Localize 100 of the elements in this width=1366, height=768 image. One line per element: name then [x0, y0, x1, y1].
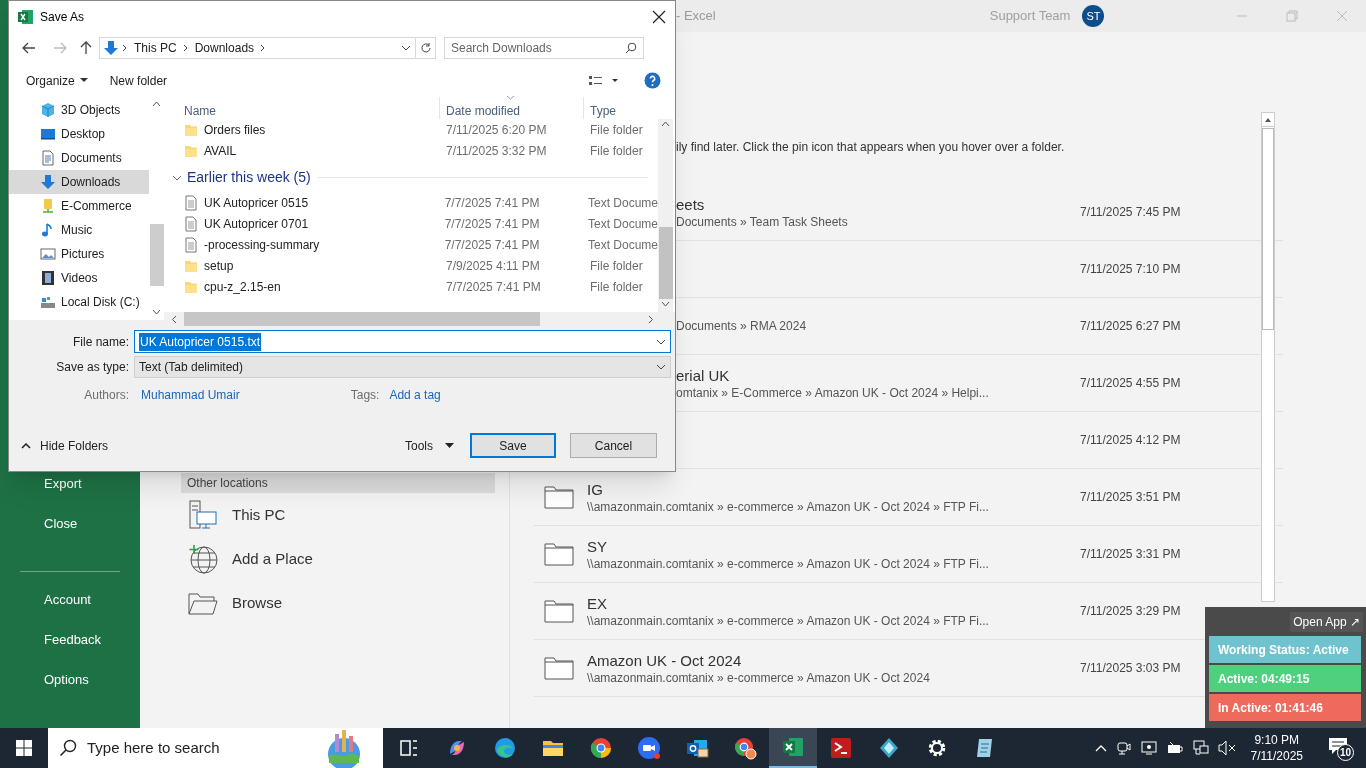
sidebar-item[interactable]: Account — [40, 590, 95, 610]
up-icon[interactable] — [80, 41, 92, 55]
folder-name[interactable]: eets — [676, 194, 1080, 214]
field-label: Tags: — [350, 387, 380, 404]
chevron-icon[interactable] — [260, 44, 267, 52]
folder-path: \\amazonmain.comtanix » e-commerce » Amazon UK - Oct 2024 » FTP Fi... — [587, 498, 990, 515]
globe-icon — [188, 544, 218, 574]
nav-item[interactable]: 3D Objects — [9, 98, 149, 122]
folder-name[interactable]: SY — [587, 536, 1080, 556]
nav-item[interactable]: Videos — [9, 266, 149, 290]
dropdown-icon[interactable] — [656, 338, 666, 345]
file-name[interactable]: Orders files — [204, 120, 266, 139]
open-folder-icon — [188, 590, 218, 616]
folder-name[interactable]: IG — [587, 479, 1080, 499]
nav-item[interactable]: Downloads — [9, 170, 149, 194]
place-item[interactable]: This PC — [181, 493, 495, 537]
chevron-icon[interactable] — [182, 44, 189, 52]
ring-logo-icon — [733, 736, 757, 760]
scroll-right-icon[interactable] — [647, 314, 654, 324]
folder-path: Documents » RMA 2024 — [676, 318, 808, 334]
cube-icon — [40, 102, 56, 118]
scroll-up-icon[interactable] — [661, 119, 670, 129]
avatar[interactable]: ST — [1082, 5, 1105, 27]
address-bar[interactable]: This PC Downloads — [99, 37, 436, 59]
search-field[interactable]: Type here to search — [48, 728, 383, 768]
folder-icon — [184, 258, 198, 273]
folder-name[interactable]: Amazon UK - Oct 2024 — [587, 650, 1080, 670]
network-icon[interactable] — [1192, 740, 1209, 756]
file-name[interactable]: AVAIL — [204, 141, 237, 160]
file-name[interactable]: setup — [204, 256, 234, 275]
help-icon[interactable] — [644, 72, 661, 89]
place-item[interactable]: Browse — [181, 581, 495, 625]
clock[interactable]: 9:10 PM 7/11/2025 — [1244, 732, 1309, 764]
status-bar: Working Status: Active — [1209, 636, 1361, 663]
notification-button[interactable]: 10 — [1328, 735, 1354, 761]
file-name-field[interactable]: UK Autopricer 0515.txt — [134, 330, 671, 353]
scroll-left-icon[interactable] — [171, 314, 178, 324]
camera-icon[interactable] — [1115, 740, 1132, 756]
file-name[interactable]: UK Autopricer 0701 — [204, 214, 309, 233]
scrollbar[interactable] — [1261, 112, 1275, 602]
file-name[interactable]: -processing-summary — [204, 235, 320, 254]
monitor-icon[interactable] — [1140, 740, 1157, 756]
organize-button[interactable]: Organize — [26, 71, 88, 90]
column-header[interactable]: Date modified — [440, 97, 584, 119]
nav-item[interactable]: E-Commerce — [9, 194, 149, 218]
tools-button[interactable]: Tools — [405, 436, 454, 455]
new-folder-button[interactable]: New folder — [109, 71, 168, 90]
folder-icon — [544, 656, 574, 680]
scroll-down-icon[interactable] — [661, 299, 670, 309]
document-icon — [40, 150, 56, 166]
start-icon[interactable] — [16, 740, 32, 756]
volume-muted-icon[interactable] — [1217, 740, 1236, 756]
tags-link[interactable]: Add a tag — [389, 386, 441, 404]
type-text: File folder — [589, 142, 643, 160]
sidebar-item[interactable]: Export — [40, 474, 86, 494]
battery-icon[interactable] — [1165, 741, 1184, 755]
refresh-icon[interactable] — [419, 42, 432, 54]
caret-icon[interactable] — [1094, 744, 1107, 752]
cancel-button[interactable]: Cancel — [570, 433, 657, 458]
author-link[interactable]: Muhammad Umair — [141, 386, 240, 404]
nav-item[interactable]: Music — [9, 218, 149, 242]
sidebar-item[interactable]: Feedback — [40, 630, 106, 650]
hide-folders-button[interactable]: Hide Folders — [21, 436, 109, 455]
sidebar-item[interactable]: Close — [40, 514, 82, 534]
sort-icon — [506, 95, 515, 100]
text-file-icon — [184, 194, 198, 211]
scrollbar[interactable] — [658, 119, 673, 312]
hint-text: ily find later. Click the pin icon that appears when you hover over a folder. — [676, 139, 1066, 156]
file-name[interactable]: cpu-z_2.15-en — [204, 277, 281, 296]
back-icon[interactable] — [22, 42, 36, 54]
view-options-icon[interactable] — [588, 74, 618, 87]
search-field[interactable]: Search Downloads — [444, 37, 644, 59]
breadcrumb-item[interactable]: Downloads — [194, 39, 255, 57]
scrollbar[interactable] — [164, 312, 675, 326]
place-item[interactable]: Add a Place — [181, 537, 495, 581]
nav-item[interactable]: Documents — [9, 146, 149, 170]
date-text: 7/11/2025 4:55 PM — [1080, 375, 1181, 392]
nav-item[interactable]: Desktop — [9, 122, 149, 146]
date-text: 7/11/2025 3:03 PM — [1080, 660, 1181, 677]
video-app-icon — [637, 736, 661, 760]
dropdown-icon[interactable] — [401, 45, 411, 51]
file-type-dropdown[interactable]: Text (Tab delimited) — [134, 356, 671, 378]
sidebar-item[interactable]: Options — [40, 670, 93, 690]
column-header[interactable]: Name — [164, 97, 440, 119]
folder-name[interactable]: EX — [587, 593, 1080, 613]
group-header[interactable]: Earlier this week (5) — [172, 167, 311, 188]
scroll-down-icon[interactable] — [152, 307, 161, 317]
date-text: 7/7/2025 7:41 PM — [443, 215, 541, 233]
file-name[interactable]: UK Autopricer 0515 — [204, 193, 309, 212]
open-app-button[interactable]: Open App ↗ — [1290, 612, 1363, 632]
save-button[interactable]: Save — [470, 433, 556, 458]
folder-icon — [184, 143, 198, 158]
chevron-icon[interactable] — [122, 44, 128, 52]
close-icon[interactable] — [652, 9, 666, 24]
type-text: Text Docume — [586, 194, 658, 212]
folder-name[interactable]: erial UK — [676, 365, 1080, 385]
nav-item[interactable]: Local Disk (C:) — [9, 290, 149, 314]
nav-item[interactable]: Pictures — [9, 242, 149, 266]
breadcrumb-item[interactable]: This PC — [134, 39, 177, 57]
column-header[interactable]: Type — [584, 97, 616, 119]
